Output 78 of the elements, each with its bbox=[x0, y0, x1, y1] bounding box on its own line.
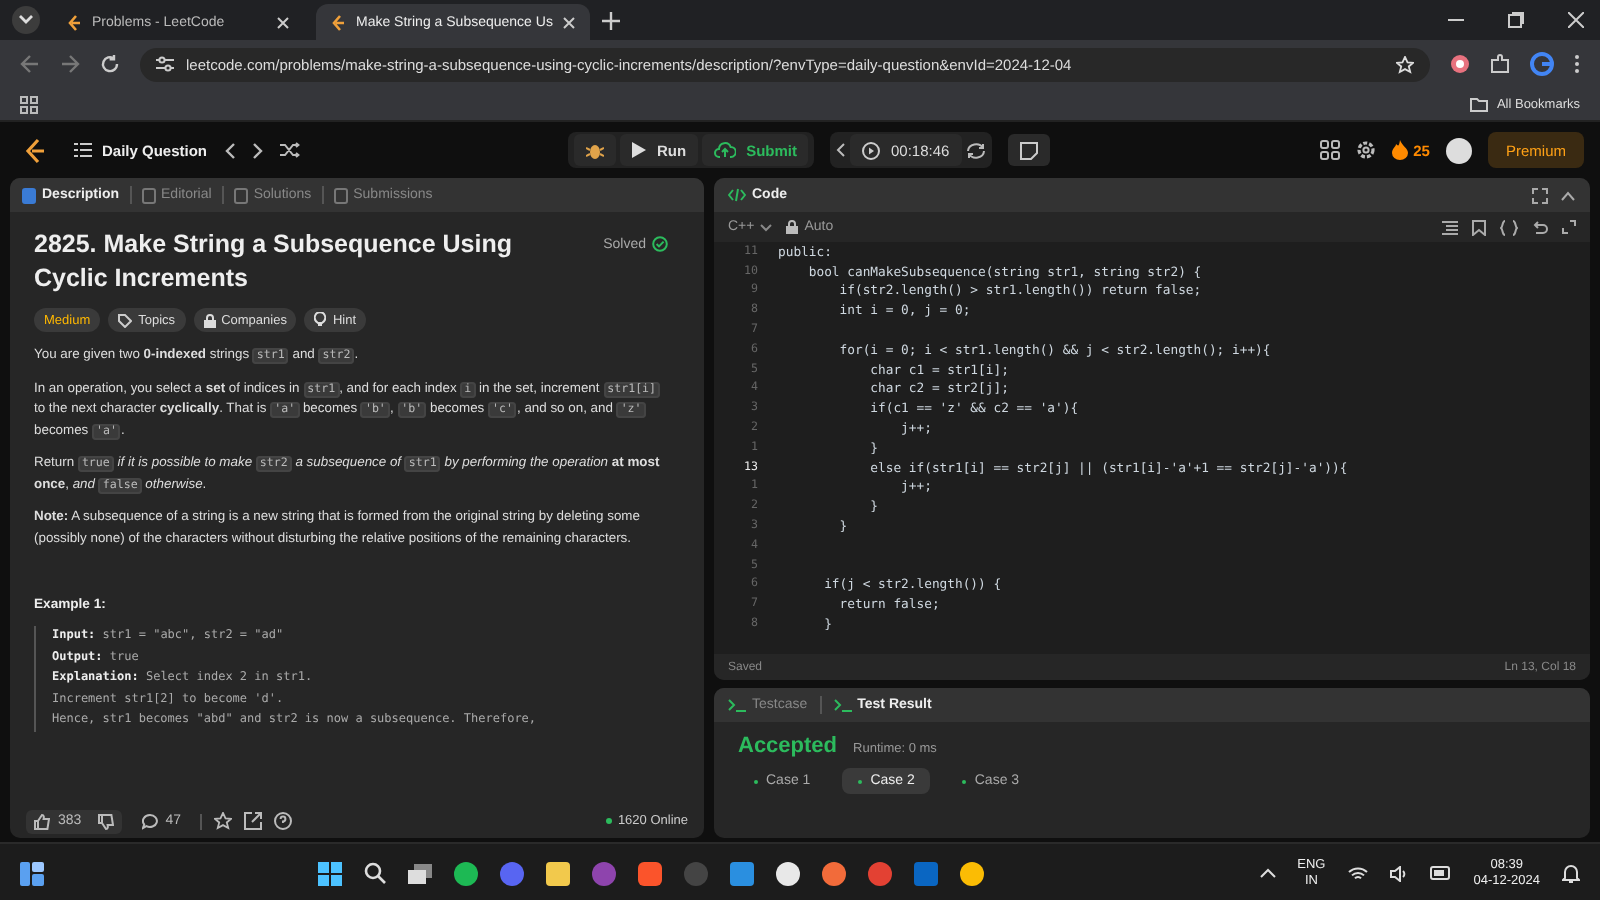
share-icon[interactable] bbox=[244, 812, 263, 830]
cloud-upload-icon bbox=[714, 142, 737, 158]
caret-icon bbox=[760, 223, 773, 231]
new-tab-icon[interactable] bbox=[602, 11, 621, 29]
logo-icon bbox=[330, 13, 346, 31]
check-circle-icon bbox=[652, 236, 668, 252]
list-icon bbox=[74, 142, 92, 158]
layout-grid-icon[interactable] bbox=[1319, 140, 1340, 160]
tab-icon bbox=[233, 187, 248, 203]
search-icon[interactable] bbox=[364, 862, 387, 884]
puzzle-icon[interactable] bbox=[1490, 54, 1510, 74]
braces-icon[interactable] bbox=[1500, 219, 1518, 235]
bookmark-icon[interactable] bbox=[1472, 219, 1486, 235]
windows-logo-icon[interactable] bbox=[318, 861, 343, 885]
square-icon[interactable] bbox=[730, 861, 755, 885]
square-icon[interactable] bbox=[914, 861, 939, 885]
close-icon[interactable] bbox=[1568, 12, 1584, 28]
tab-icon bbox=[333, 187, 348, 203]
chevron-left-icon[interactable] bbox=[836, 142, 847, 158]
logo-icon bbox=[66, 13, 82, 31]
bug-icon bbox=[586, 141, 605, 159]
debug-button[interactable] bbox=[574, 134, 617, 166]
format-icon[interactable] bbox=[1442, 219, 1458, 235]
reload-icon[interactable] bbox=[100, 54, 120, 74]
flame-icon bbox=[1391, 140, 1408, 160]
lock-icon bbox=[203, 313, 216, 327]
close-icon[interactable] bbox=[276, 15, 290, 29]
settings-icon[interactable] bbox=[1355, 140, 1376, 160]
undo-icon[interactable] bbox=[1532, 219, 1548, 235]
avatar[interactable] bbox=[1445, 137, 1472, 163]
lock-icon bbox=[786, 220, 799, 234]
task-view-icon[interactable] bbox=[408, 863, 433, 883]
tab-icon bbox=[22, 187, 36, 203]
help-icon[interactable] bbox=[274, 812, 293, 830]
speech-bubble-icon bbox=[141, 813, 158, 829]
circle-icon[interactable] bbox=[776, 861, 801, 885]
notification-icon[interactable] bbox=[1562, 863, 1580, 883]
close-icon[interactable] bbox=[562, 15, 577, 29]
wifi-icon[interactable] bbox=[1347, 865, 1368, 881]
battery-icon[interactable] bbox=[1429, 866, 1452, 880]
thumbs-up-icon bbox=[34, 813, 50, 829]
tab-list-button[interactable] bbox=[12, 6, 40, 34]
more-icon[interactable] bbox=[1574, 54, 1580, 74]
chevron-up-icon[interactable] bbox=[1560, 189, 1576, 201]
expand-icon[interactable] bbox=[1532, 187, 1548, 203]
tab-icon bbox=[141, 187, 156, 203]
chevron-left-icon[interactable] bbox=[223, 141, 236, 159]
reset-icon[interactable] bbox=[965, 141, 986, 159]
profile-icon[interactable] bbox=[1530, 52, 1554, 76]
star-icon[interactable] bbox=[214, 812, 233, 830]
fullscreen-icon[interactable] bbox=[1562, 220, 1576, 234]
tag-icon bbox=[118, 313, 133, 327]
caret-icon bbox=[18, 14, 34, 26]
logo-icon[interactable] bbox=[24, 137, 46, 163]
tab-icon bbox=[728, 698, 746, 712]
play-icon bbox=[632, 142, 647, 158]
apps-grid-icon[interactable] bbox=[20, 95, 38, 113]
note-icon bbox=[1019, 141, 1038, 159]
circle-icon[interactable] bbox=[454, 861, 479, 885]
tab-icon bbox=[833, 698, 852, 712]
circle-icon[interactable] bbox=[960, 861, 985, 885]
code-icon bbox=[728, 188, 746, 202]
speaker-icon[interactable] bbox=[1389, 865, 1408, 881]
widgets-icon[interactable] bbox=[20, 861, 44, 885]
site-settings-icon[interactable] bbox=[156, 56, 174, 72]
shuffle-icon[interactable] bbox=[279, 142, 300, 158]
problem-title: 2825. Make String a Subsequence Using Cyclic Increments bbox=[34, 228, 514, 296]
record-icon[interactable] bbox=[1450, 54, 1470, 74]
thumbs-down-icon bbox=[97, 813, 114, 829]
lightbulb-icon bbox=[314, 312, 327, 328]
note-button[interactable] bbox=[1007, 134, 1050, 166]
circle-icon[interactable] bbox=[822, 861, 847, 885]
chevron-right-icon[interactable] bbox=[251, 141, 264, 159]
verdict-text: Accepted bbox=[738, 734, 838, 758]
restore-icon[interactable] bbox=[1508, 12, 1524, 28]
back-icon[interactable] bbox=[20, 54, 40, 74]
star-icon[interactable] bbox=[1396, 55, 1414, 73]
forward-icon[interactable] bbox=[60, 54, 80, 74]
